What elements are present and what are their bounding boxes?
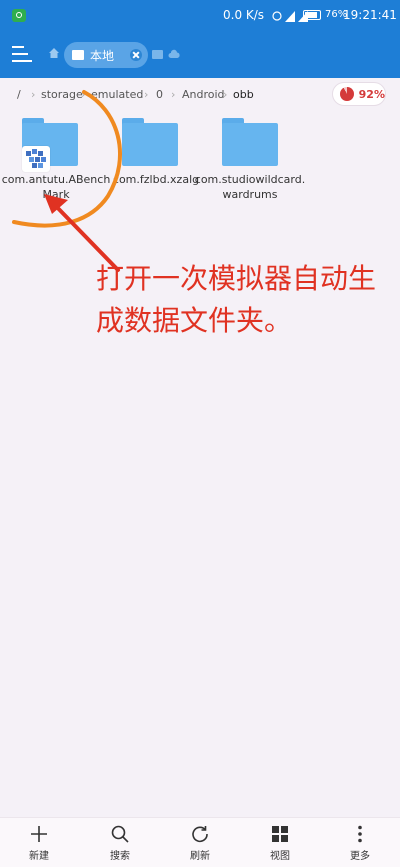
- view-button-label: 视图: [270, 851, 290, 862]
- chevron-right-icon: ›: [171, 88, 176, 101]
- antutu-app-icon: [22, 146, 50, 172]
- folder-icon: [122, 118, 178, 166]
- search-button[interactable]: 搜索: [95, 824, 145, 862]
- folder-name: com.studiowildcard.wardrums: [194, 173, 306, 201]
- refresh-icon: [192, 826, 208, 843]
- tab-local-label: 本地: [90, 48, 115, 63]
- bottom-toolbar: 新建 搜索 刷新 视图 更多: [0, 817, 400, 867]
- window-icon[interactable]: [152, 50, 163, 59]
- breadcrumb-item-0[interactable]: 0: [156, 88, 163, 101]
- folder-name: com.antutu.ABenchMark: [1, 173, 111, 201]
- search-button-label: 搜索: [110, 851, 130, 862]
- close-icon[interactable]: [130, 49, 142, 61]
- chevron-right-icon: ›: [223, 88, 228, 101]
- more-button[interactable]: 更多: [335, 824, 385, 862]
- annotation-text: 打开一次模拟器自动生成数据文件夹。: [96, 262, 377, 337]
- top-bar: 本地: [0, 32, 400, 78]
- status-bar: 0.0 K/s 76% 19:21:41: [0, 0, 400, 32]
- plus-icon: [31, 826, 47, 842]
- storage-pie-icon: [340, 87, 354, 101]
- storage-usage-badge[interactable]: 92%: [332, 82, 386, 106]
- chevron-right-icon: ›: [31, 88, 36, 101]
- home-icon[interactable]: [48, 47, 60, 59]
- battery-icon: [303, 10, 321, 20]
- breadcrumb-item-android[interactable]: Android: [182, 88, 225, 101]
- refresh-button[interactable]: 刷新: [175, 824, 225, 862]
- breadcrumb-item-emulated[interactable]: emulated: [91, 88, 143, 101]
- storage-usage-label: 92%: [358, 87, 385, 101]
- search-icon: [111, 825, 129, 843]
- app-notification-icon: [12, 9, 26, 22]
- network-speed: 0.0 K/s: [223, 8, 265, 22]
- new-button-label: 新建: [29, 851, 49, 862]
- chevron-right-icon: ›: [81, 88, 86, 101]
- folder-icon: [222, 118, 278, 166]
- new-button[interactable]: 新建: [14, 824, 64, 862]
- breadcrumb-item-storage[interactable]: storage: [41, 88, 83, 101]
- view-button[interactable]: 视图: [255, 824, 305, 862]
- grid-view-icon: [272, 826, 288, 842]
- cloud-icon[interactable]: [168, 49, 180, 59]
- clock: 19:21:41: [343, 8, 397, 22]
- menu-icon[interactable]: [12, 46, 32, 62]
- refresh-button-label: 刷新: [190, 851, 210, 862]
- more-button-label: 更多: [350, 851, 370, 862]
- chevron-right-icon: ›: [144, 88, 149, 101]
- phone-icon: [72, 50, 84, 60]
- tab-local[interactable]: 本地: [64, 42, 148, 68]
- breadcrumb-root[interactable]: /: [17, 88, 21, 101]
- more-icon: [358, 825, 362, 843]
- breadcrumb-item-obb[interactable]: obb: [233, 88, 254, 101]
